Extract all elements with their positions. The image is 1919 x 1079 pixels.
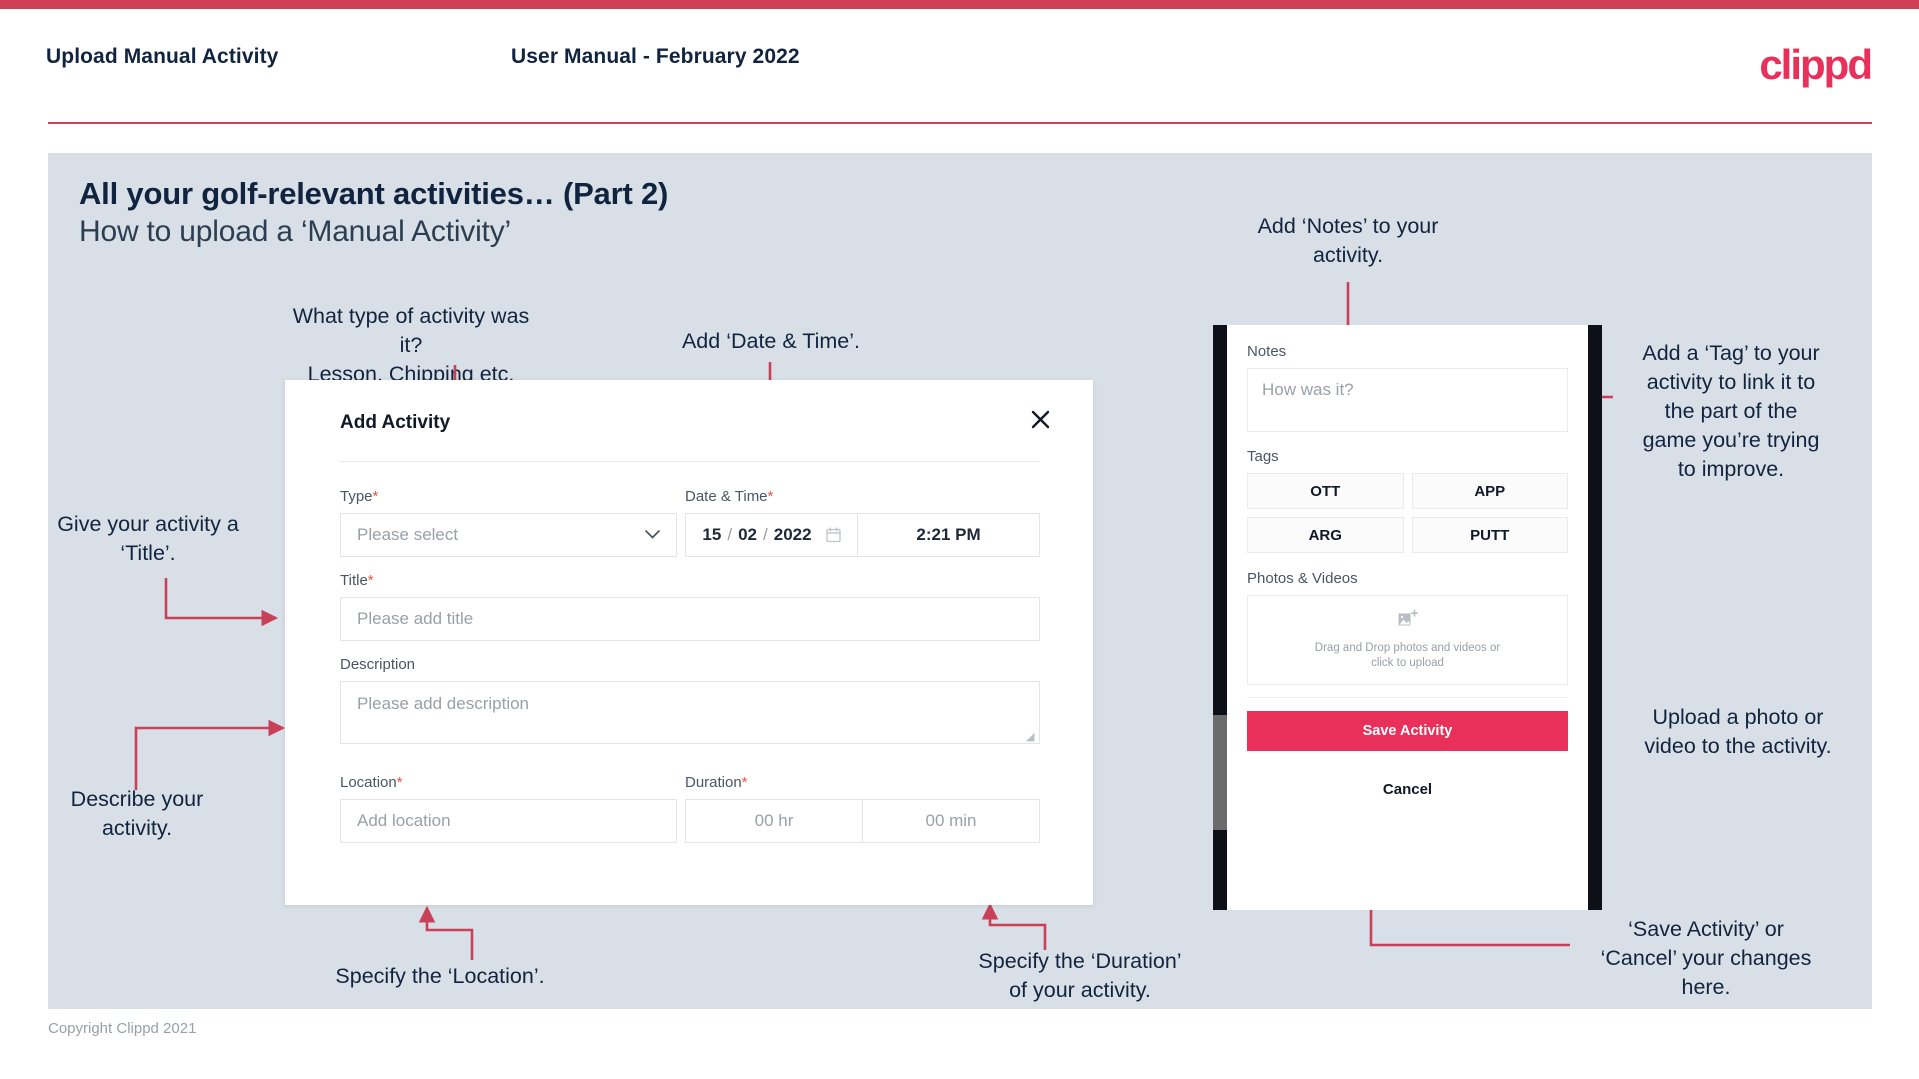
add-activity-dialog: Add Activity Type* Please select Date & … (285, 380, 1093, 905)
header-left-title: Upload Manual Activity (46, 45, 279, 68)
annotation-title: Give your activity a ‘Title’. (57, 512, 239, 565)
phone-bezel-left (1213, 325, 1227, 910)
location-input[interactable]: Add location (340, 799, 677, 843)
field-title-label-text: Title (340, 572, 368, 589)
title-input[interactable]: Please add title (340, 597, 1040, 641)
location-input-placeholder: Add location (357, 811, 451, 830)
field-location-label-text: Location (340, 774, 397, 791)
photo-dropzone[interactable]: Drag and Drop photos and videos or click… (1247, 595, 1568, 685)
dialog-divider (340, 461, 1040, 462)
field-location-label: Location* (340, 774, 677, 791)
description-textarea[interactable]: Please add description ◢ (340, 681, 1040, 744)
annotation-save-cancel: ‘Save Activity’ or ‘Cancel’ your changes… (1600, 917, 1812, 999)
field-type: Type* Please select (340, 488, 677, 557)
required-marker: * (367, 572, 374, 589)
required-marker: * (396, 774, 403, 791)
annotation-upload: Upload a photo or video to the activity. (1644, 705, 1832, 758)
description-placeholder: Please add description (357, 694, 530, 713)
field-duration-label-text: Duration (685, 774, 742, 791)
type-select-value: Please select (357, 525, 459, 544)
notes-placeholder: How was it? (1262, 380, 1354, 399)
datetime-box: 15 / 02 / 2022 2:21 PM (685, 513, 1040, 557)
slide-root: Upload Manual Activity User Manual - Feb… (0, 0, 1919, 1079)
annotation-description: Describe your activity. (70, 787, 204, 840)
tag-putt[interactable]: PUTT (1411, 517, 1568, 553)
add-image-icon (1397, 609, 1419, 634)
field-description: Description Please add description ◢ (340, 656, 1040, 744)
field-title: Title* Please add title (340, 572, 1040, 641)
duration-hours-input[interactable]: 00 hr (686, 800, 862, 842)
field-type-label: Type* (340, 488, 677, 505)
type-select[interactable]: Please select (340, 513, 677, 557)
field-description-label: Description (340, 656, 416, 673)
cancel-button[interactable]: Cancel (1247, 772, 1568, 806)
tags-grid: OTT APP ARG PUTT (1247, 473, 1568, 553)
date-separator-2: / (763, 525, 768, 544)
annotation-notes: Add ‘Notes’ to your activity. (1257, 214, 1439, 267)
date-month: 02 (738, 525, 757, 544)
duration-box: 00 hr 00 min (685, 799, 1040, 843)
time-input[interactable]: 2:21 PM (858, 514, 1039, 556)
phone-mockup: Notes How was it? Tags OTT APP ARG PUTT … (1213, 325, 1602, 910)
phone-side-button (1213, 715, 1227, 830)
annotation-duration: Specify the ‘Duration’ of your activity. (978, 949, 1182, 1002)
date-input[interactable]: 15 / 02 / 2022 (686, 514, 858, 556)
field-type-label-text: Type (340, 488, 373, 505)
clippd-logo: clippd (1759, 41, 1873, 88)
field-datetime-label-text: Date & Time (685, 488, 768, 505)
notes-label: Notes (1247, 343, 1287, 360)
date-year: 2022 (773, 525, 812, 544)
field-datetime-label: Date & Time* (685, 488, 1040, 505)
phone-bezel-right (1588, 325, 1602, 910)
required-marker: * (767, 488, 774, 505)
page-title: All your golf-relevant activities… (Part… (79, 176, 669, 211)
page-subtitle: How to upload a ‘Manual Activity’ (79, 215, 511, 248)
dropzone-line-2: click to upload (1371, 657, 1444, 669)
dropzone-line-1: Drag and Drop photos and videos or (1314, 642, 1501, 654)
header-divider (48, 122, 1872, 124)
annotation-type: What type of activity was it? Lesson, Ch… (292, 304, 530, 386)
annotation-tags: Add a ‘Tag’ to your activity to link it … (1642, 341, 1820, 481)
required-marker: * (741, 774, 748, 791)
date-separator-1: / (727, 525, 733, 544)
field-datetime: Date & Time* 15 / 02 / 2022 2:21 PM (685, 488, 1040, 557)
resize-grip-icon[interactable]: ◢ (1026, 731, 1036, 742)
header-center-title: User Manual - February 2022 (511, 45, 800, 68)
phone-screen: Notes How was it? Tags OTT APP ARG PUTT … (1227, 325, 1588, 910)
chevron-down-icon (645, 528, 660, 543)
close-icon[interactable] (1023, 402, 1057, 436)
phone-divider (1247, 697, 1568, 698)
annotation-datetime: Add ‘Date & Time’. (681, 329, 861, 353)
dropzone-caption: Drag and Drop photos and videos or click… (1315, 641, 1500, 671)
title-input-placeholder: Please add title (357, 609, 474, 628)
tags-label: Tags (1247, 448, 1279, 465)
tag-ott[interactable]: OTT (1247, 473, 1404, 509)
date-day: 15 (702, 525, 722, 544)
annotation-location: Specify the ‘Location’. (335, 964, 545, 988)
required-marker: * (372, 488, 379, 505)
tag-app[interactable]: APP (1411, 473, 1568, 509)
photos-label: Photos & Videos (1247, 570, 1358, 587)
footer-copyright: Copyright Clippd 2021 (48, 1020, 197, 1037)
calendar-icon[interactable] (825, 527, 841, 543)
field-title-label: Title* (340, 572, 1040, 589)
tag-arg[interactable]: ARG (1247, 517, 1404, 553)
top-accent-bar (0, 0, 1919, 9)
field-duration-label: Duration* (685, 774, 1040, 791)
duration-minutes-input[interactable]: 00 min (862, 800, 1039, 842)
save-activity-button[interactable]: Save Activity (1247, 711, 1568, 751)
field-location: Location* Add location (340, 774, 677, 843)
notes-textarea[interactable]: How was it? (1247, 368, 1568, 432)
field-duration: Duration* 00 hr 00 min (685, 774, 1040, 843)
dialog-title: Add Activity (340, 412, 451, 433)
